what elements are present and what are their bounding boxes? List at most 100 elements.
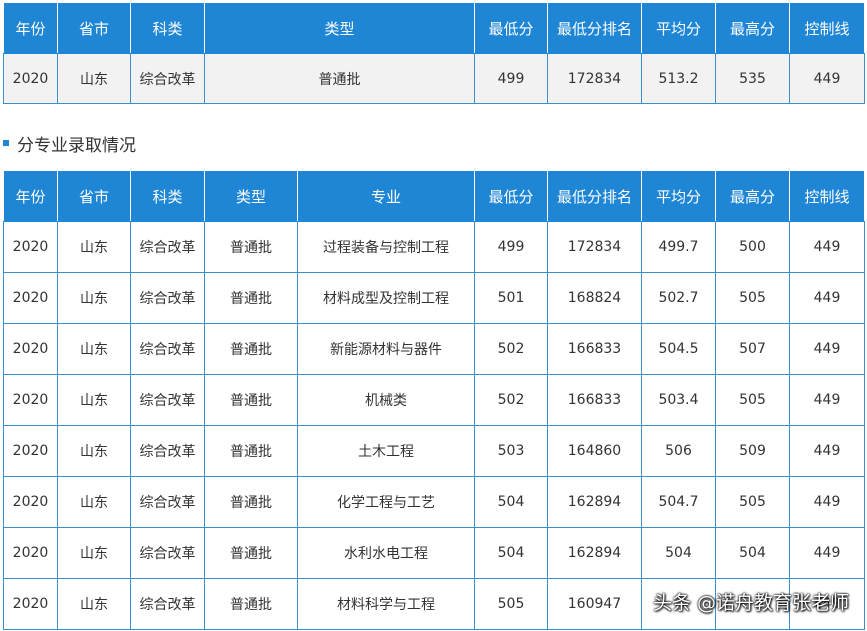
- cell-min-score: 503: [474, 425, 548, 477]
- cell-year: 2020: [3, 425, 58, 477]
- summary-table: 年份 省市 科类 类型 最低分 最低分排名 平均分 最高分 控制线 2020 山…: [3, 2, 865, 104]
- cell-category: 综合改革: [130, 323, 205, 375]
- cell-year: 2020: [3, 53, 58, 104]
- cell-max-score: 500: [715, 221, 790, 273]
- cell-control-line: 449: [789, 323, 865, 375]
- cell-avg-score: 504.7: [641, 476, 716, 528]
- major-header-row: 年份 省市 科类 类型 专业 最低分 最低分排名 平均分 最高分 控制线: [3, 170, 865, 222]
- cell-category: 综合改革: [130, 425, 205, 477]
- cell-avg-score: 504: [641, 527, 716, 579]
- cell-min-score: 502: [474, 374, 548, 426]
- header-avg-score: 平均分: [641, 170, 716, 222]
- cell-year: 2020: [3, 476, 58, 528]
- header-min-score: 最低分: [474, 170, 548, 222]
- cell-max-score: 505: [715, 476, 790, 528]
- header-major: 专业: [297, 170, 475, 222]
- cell-control-line: 449: [789, 53, 865, 104]
- section-title-text: 分专业录取情况: [17, 135, 136, 156]
- table-row: 2020 山东 综合改革 普通批 化学工程与工艺 504 162894 504.7 505 449: [3, 476, 865, 528]
- header-type: 类型: [204, 2, 475, 54]
- table-row: 2020 山东 综合改革 普通批 新能源材料与器件 502 166833 504.5 507 44…: [3, 323, 865, 375]
- cell-min-score: 499: [474, 53, 548, 104]
- cell-province: 山东: [57, 221, 131, 273]
- cell-province: 山东: [57, 527, 131, 579]
- header-min-score: 最低分: [474, 2, 548, 54]
- cell-category: 综合改革: [130, 272, 205, 324]
- cell-max-score: 505: [715, 272, 790, 324]
- cell-min-rank: 172834: [547, 221, 642, 273]
- cell-avg-score: 504.5: [641, 323, 716, 375]
- cell-major: 新能源材料与器件: [297, 323, 475, 375]
- header-max-score: 最高分: [715, 170, 790, 222]
- cell-type: 普通批: [204, 53, 475, 104]
- cell-min-rank: 168824: [547, 272, 642, 324]
- cell-province: 山东: [57, 374, 131, 426]
- cell-year: 2020: [3, 272, 58, 324]
- cell-major: 材料成型及控制工程: [297, 272, 475, 324]
- cell-major: 水利水电工程: [297, 527, 475, 579]
- cell-type: 普通批: [204, 578, 298, 630]
- cell-major: 材料科学与工程: [297, 578, 475, 630]
- cell-avg-score: 513.2: [641, 53, 716, 104]
- major-table-body: 2020 山东 综合改革 普通批 过程装备与控制工程 499 172834 499.7 500 4…: [3, 221, 865, 630]
- cell-province: 山东: [57, 425, 131, 477]
- cell-min-rank: 166833: [547, 374, 642, 426]
- table-row: 2020 山东 综合改革 普通批 过程装备与控制工程 499 172834 499.7 500 4…: [3, 221, 865, 273]
- cell-category: 综合改革: [130, 578, 205, 630]
- cell-year: 2020: [3, 323, 58, 375]
- cell-min-rank: 166833: [547, 323, 642, 375]
- cell-control-line: 449: [789, 221, 865, 273]
- cell-control-line: 449: [789, 476, 865, 528]
- cell-control-line: 449: [789, 272, 865, 324]
- cell-max-score: 509: [715, 425, 790, 477]
- cell-major: 化学工程与工艺: [297, 476, 475, 528]
- cell-min-score: 505: [474, 578, 548, 630]
- cell-min-score: 504: [474, 527, 548, 579]
- header-control-line: 控制线: [789, 170, 865, 222]
- table-row: 2020 山东 综合改革 普通批 水利水电工程 504 162894 504 504 449: [3, 527, 865, 579]
- cell-max-score: 505: [715, 374, 790, 426]
- cell-min-rank: 162894: [547, 527, 642, 579]
- cell-year: 2020: [3, 374, 58, 426]
- cell-major: 过程装备与控制工程: [297, 221, 475, 273]
- header-province: 省市: [57, 170, 131, 222]
- header-province: 省市: [57, 2, 131, 54]
- cell-max-score: 535: [715, 53, 790, 104]
- cell-control-line: 449: [789, 425, 865, 477]
- cell-control-line: 449: [789, 527, 865, 579]
- cell-min-score: 502: [474, 323, 548, 375]
- summary-header-row: 年份 省市 科类 类型 最低分 最低分排名 平均分 最高分 控制线: [3, 2, 865, 54]
- cell-min-score: 499: [474, 221, 548, 273]
- header-min-rank: 最低分排名: [547, 170, 642, 222]
- header-category: 科类: [130, 170, 205, 222]
- cell-avg-score: 502.7: [641, 272, 716, 324]
- cell-min-rank: 172834: [547, 53, 642, 104]
- header-year: 年份: [3, 2, 58, 54]
- header-avg-score: 平均分: [641, 2, 716, 54]
- cell-min-score: 504: [474, 476, 548, 528]
- header-min-rank: 最低分排名: [547, 2, 642, 54]
- cell-major: 机械类: [297, 374, 475, 426]
- cell-year: 2020: [3, 527, 58, 579]
- watermark: 头条 @诺舟教育张老师: [652, 592, 849, 614]
- section-title: 分专业录取情况: [3, 131, 136, 156]
- cell-type: 普通批: [204, 476, 298, 528]
- square-bullet-icon: [3, 140, 9, 146]
- header-max-score: 最高分: [715, 2, 790, 54]
- header-control-line: 控制线: [789, 2, 865, 54]
- cell-type: 普通批: [204, 221, 298, 273]
- cell-year: 2020: [3, 221, 58, 273]
- table-row: 2020 山东 综合改革 普通批 499 172834 513.2 535 44…: [3, 53, 865, 104]
- table-row: 2020 山东 综合改革 普通批 土木工程 503 164860 506 509 449: [3, 425, 865, 477]
- cell-min-rank: 162894: [547, 476, 642, 528]
- cell-category: 综合改革: [130, 53, 205, 104]
- header-category: 科类: [130, 2, 205, 54]
- cell-major: 土木工程: [297, 425, 475, 477]
- cell-category: 综合改革: [130, 221, 205, 273]
- cell-avg-score: 506: [641, 425, 716, 477]
- header-year: 年份: [3, 170, 58, 222]
- cell-min-score: 501: [474, 272, 548, 324]
- cell-province: 山东: [57, 53, 131, 104]
- cell-province: 山东: [57, 323, 131, 375]
- cell-control-line: 449: [789, 374, 865, 426]
